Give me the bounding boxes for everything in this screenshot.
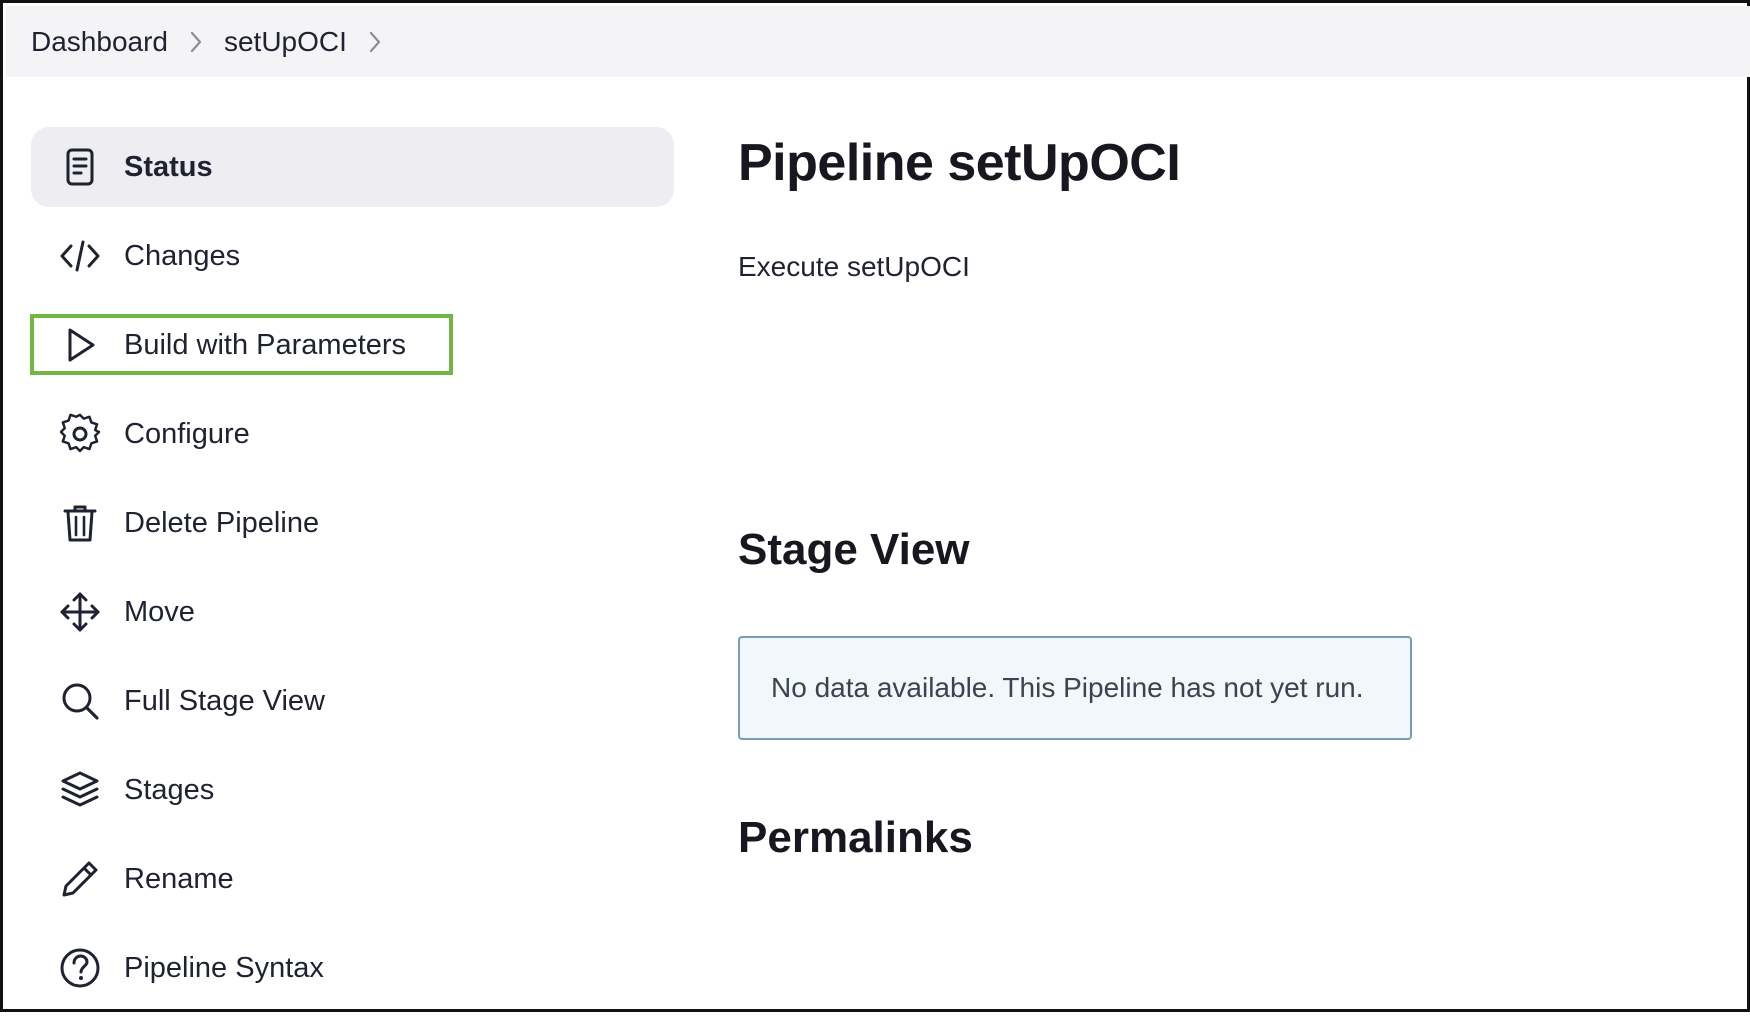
status-document-icon xyxy=(58,145,102,189)
sidebar-item-label: Stages xyxy=(124,773,215,806)
app-window: Dashboard setUpOCI Status Changes Build xyxy=(0,0,1750,1012)
sidebar-item-label: Configure xyxy=(124,417,250,450)
stage-view-empty-message: No data available. This Pipeline has not… xyxy=(738,636,1412,740)
sidebar-item-label: Full Stage View xyxy=(124,684,325,717)
code-icon xyxy=(58,234,102,278)
breadcrumb-setupoci[interactable]: setUpOCI xyxy=(224,26,347,58)
sidebar-item-pipeline-syntax[interactable]: Pipeline Syntax xyxy=(31,928,674,1008)
help-circle-icon xyxy=(58,946,102,990)
gear-icon xyxy=(58,412,102,456)
stage-view-title: Stage View xyxy=(738,525,970,574)
sidebar-item-label: Delete Pipeline xyxy=(124,506,320,539)
chevron-right-icon[interactable] xyxy=(347,30,403,54)
sidebar-item-build-with-parameters[interactable]: Build with Parameters xyxy=(30,305,674,385)
chevron-right-icon[interactable] xyxy=(168,30,224,54)
breadcrumb: Dashboard setUpOCI xyxy=(6,6,1750,77)
sidebar-item-stages[interactable]: Stages xyxy=(31,750,674,830)
pipeline-description: Execute setUpOCI xyxy=(738,251,970,282)
move-arrows-icon xyxy=(58,590,102,634)
sidebar-item-delete-pipeline[interactable]: Delete Pipeline xyxy=(31,483,674,563)
sidebar: Status Changes Build with Parameters Con… xyxy=(30,127,674,1017)
main-content: Pipeline setUpOCI Execute setUpOCI Stage… xyxy=(738,133,1718,862)
play-icon xyxy=(58,323,102,367)
sidebar-item-label: Build with Parameters xyxy=(124,328,407,361)
layers-icon xyxy=(58,768,102,812)
pencil-icon xyxy=(58,857,102,901)
sidebar-item-label: Status xyxy=(124,150,213,183)
sidebar-item-full-stage-view[interactable]: Full Stage View xyxy=(31,661,674,741)
sidebar-item-move[interactable]: Move xyxy=(31,572,674,652)
page-title: Pipeline setUpOCI xyxy=(738,134,1181,192)
sidebar-item-status[interactable]: Status xyxy=(31,127,674,207)
search-icon xyxy=(58,679,102,723)
trash-icon xyxy=(58,501,102,545)
sidebar-item-label: Changes xyxy=(124,239,241,272)
sidebar-item-label: Pipeline Syntax xyxy=(124,951,324,984)
permalinks-title: Permalinks xyxy=(738,813,973,862)
sidebar-item-rename[interactable]: Rename xyxy=(31,839,674,919)
sidebar-item-label: Move xyxy=(124,595,195,628)
sidebar-item-configure[interactable]: Configure xyxy=(31,394,674,474)
sidebar-item-label: Rename xyxy=(124,862,234,895)
sidebar-item-changes[interactable]: Changes xyxy=(31,216,674,296)
breadcrumb-dashboard[interactable]: Dashboard xyxy=(31,26,168,58)
